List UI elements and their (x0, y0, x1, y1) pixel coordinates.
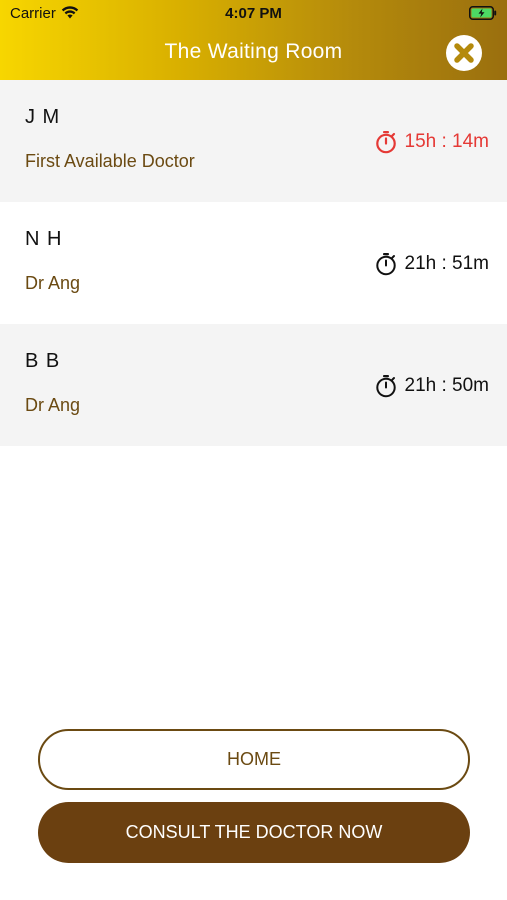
assigned-doctor: Dr Ang (25, 273, 81, 293)
consult-doctor-button[interactable]: CONSULT THE DOCTOR NOW (38, 802, 470, 863)
page-title: The Waiting Room (164, 40, 343, 63)
wait-timer: 21h : 50m (375, 374, 490, 398)
status-bar: Carrier 4:07 PM (0, 0, 507, 28)
patient-name: B B (25, 350, 61, 372)
wait-timer: 21h : 51m (375, 252, 490, 276)
wait-time: 21h : 51m (404, 253, 490, 274)
stopwatch-icon (375, 253, 396, 276)
status-time: 4:07 PM (225, 5, 282, 22)
assigned-doctor: First Available Doctor (25, 151, 195, 171)
waiting-list-item[interactable]: B B Dr Ang 21h : 50m (0, 324, 507, 446)
stopwatch-icon (375, 131, 396, 154)
waiting-list-item[interactable]: N H Dr Ang 21h : 51m (0, 202, 507, 324)
battery-charging-icon (469, 6, 497, 20)
waiting-list: J M First Available Doctor 15h : 14m N H… (0, 80, 507, 446)
wait-time: 21h : 50m (404, 375, 490, 396)
close-circle-icon (454, 43, 474, 63)
header-bar: Carrier 4:07 PM The Waiting Room (0, 0, 507, 80)
wait-time: 15h : 14m (404, 131, 490, 152)
close-button[interactable] (446, 35, 482, 71)
patient-name: J M (25, 106, 61, 128)
home-button[interactable]: HOME (38, 729, 470, 790)
waiting-list-item[interactable]: J M First Available Doctor 15h : 14m (0, 80, 507, 202)
stopwatch-icon (375, 375, 396, 398)
assigned-doctor: Dr Ang (25, 395, 81, 415)
patient-name: N H (25, 228, 63, 250)
wait-timer: 15h : 14m (375, 130, 490, 154)
